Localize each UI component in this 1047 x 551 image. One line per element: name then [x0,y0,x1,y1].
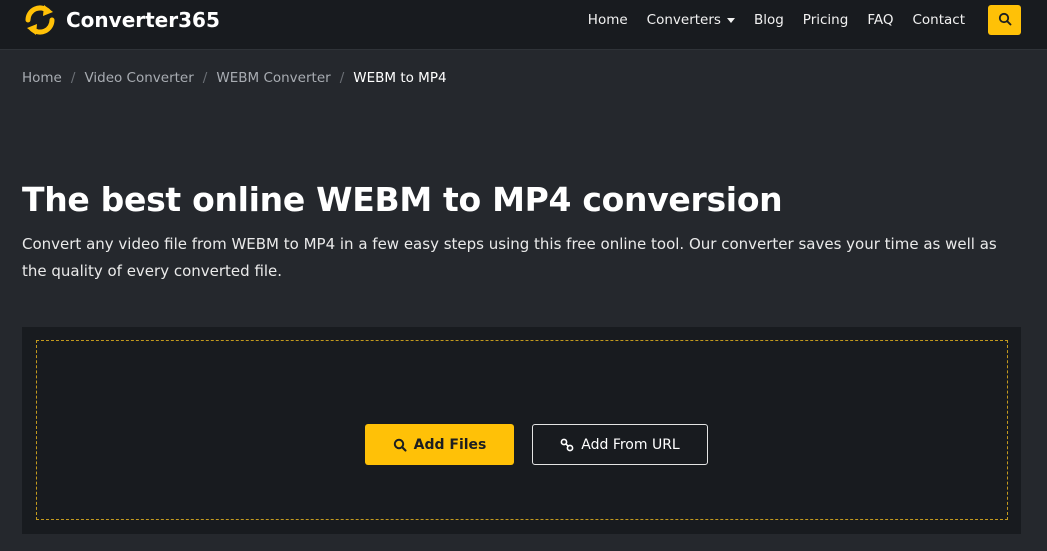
nav-pricing[interactable]: Pricing [803,12,849,28]
brand-name: Converter365 [66,8,220,32]
add-files-button[interactable]: Add Files [365,424,514,465]
page-description: Convert any video file from WEBM to MP4 … [22,235,997,280]
link-icon [560,438,574,452]
file-drop-zone[interactable]: Add Files Add From URL [36,340,1008,520]
nav-converters-label: Converters [646,12,721,28]
nav-home-label: Home [587,12,628,28]
add-from-url-label: Add From URL [581,436,680,453]
nav-faq[interactable]: FAQ [867,12,893,28]
main-nav: Home Converters Blog Pricing FAQ Contact [588,0,965,40]
nav-converters[interactable]: Converters [647,12,735,28]
sync-arrows-icon [22,2,58,38]
nav-blog-label: Blog [753,12,784,28]
nav-contact[interactable]: Contact [912,12,965,28]
breadcrumb-separator: / [202,70,208,86]
caret-down-icon [726,18,735,23]
breadcrumb-separator: / [339,70,345,86]
nav-contact-label: Contact [912,12,965,28]
search-icon [998,11,1012,30]
upload-panel: Add Files Add From URL [22,327,1021,534]
nav-home[interactable]: Home [588,12,628,28]
breadcrumb-home[interactable]: Home [22,70,62,86]
search-icon [393,438,407,452]
add-from-url-button[interactable]: Add From URL [532,424,708,465]
page-title: The best online WEBM to MP4 conversion [22,180,783,219]
navbar: Converter365 Home Converters Blog Pricin… [0,0,1047,50]
nav-faq-label: FAQ [867,12,894,28]
search-button[interactable] [988,5,1021,35]
breadcrumb: Home / Video Converter / WEBM Converter … [22,70,447,86]
nav-blog[interactable]: Blog [754,12,784,28]
add-files-label: Add Files [413,436,487,453]
breadcrumb-webm-converter[interactable]: WEBM Converter [216,70,330,86]
breadcrumb-current: WEBM to MP4 [353,70,447,86]
nav-pricing-label: Pricing [802,12,849,28]
breadcrumb-separator: / [70,70,76,86]
breadcrumb-video-converter[interactable]: Video Converter [84,70,193,86]
brand-logo-link[interactable]: Converter365 [22,2,220,38]
